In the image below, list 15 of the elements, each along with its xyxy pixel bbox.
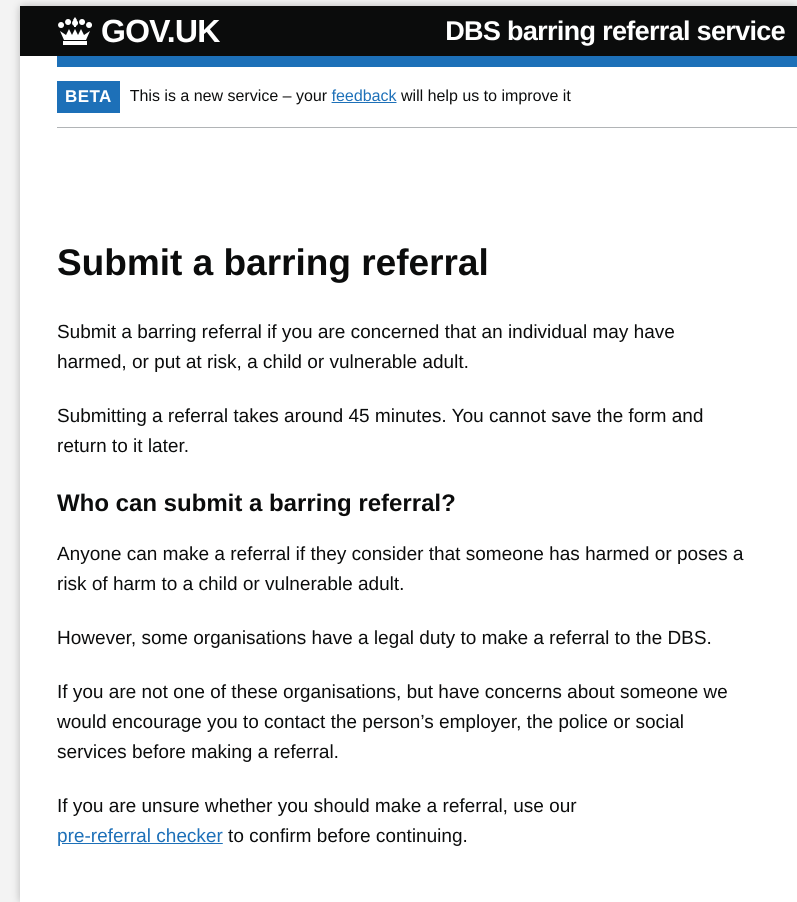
page-title: Submit a barring referral	[57, 240, 490, 285]
body-paragraph: However, some organisations have a legal duty to make a referral to the DBS.	[57, 626, 713, 651]
section-heading: Who can submit a barring referral?	[57, 488, 457, 519]
crown-icon	[57, 16, 93, 46]
service-name[interactable]: DBS barring referral service	[445, 10, 785, 52]
text-link[interactable]: feedback	[332, 88, 397, 105]
body-paragraph: Anyone can make a referral if they consider that someone has harmed or poses a risk of harm to a child or vulnerable adult.	[57, 542, 744, 597]
body-paragraph: Submitting a referral takes around 45 minutes. You cannot save the form and return to it later.	[57, 404, 704, 459]
beta-tag: BETA	[57, 81, 120, 112]
body-paragraph: If you are not one of these organisations, but have concerns about someone we would encourage you to contact the person’s employer, the police or social services before making a referral.	[57, 680, 729, 765]
text-link[interactable]: pre-referral checker	[57, 826, 223, 847]
body-paragraph: If you are unsure whether you should make a referral, use our pre-referral checker to confirm before continuing.	[57, 794, 578, 849]
phase-banner-text: This is a new service – your feedback will help us to improve it	[130, 86, 571, 107]
body-paragraph: Submit a barring referral if you are concerned that an individual may have harmed, or put at risk, a child or vulnerable adult.	[57, 320, 676, 375]
govuk-logo-link[interactable]: GOV.UK	[57, 7, 220, 55]
